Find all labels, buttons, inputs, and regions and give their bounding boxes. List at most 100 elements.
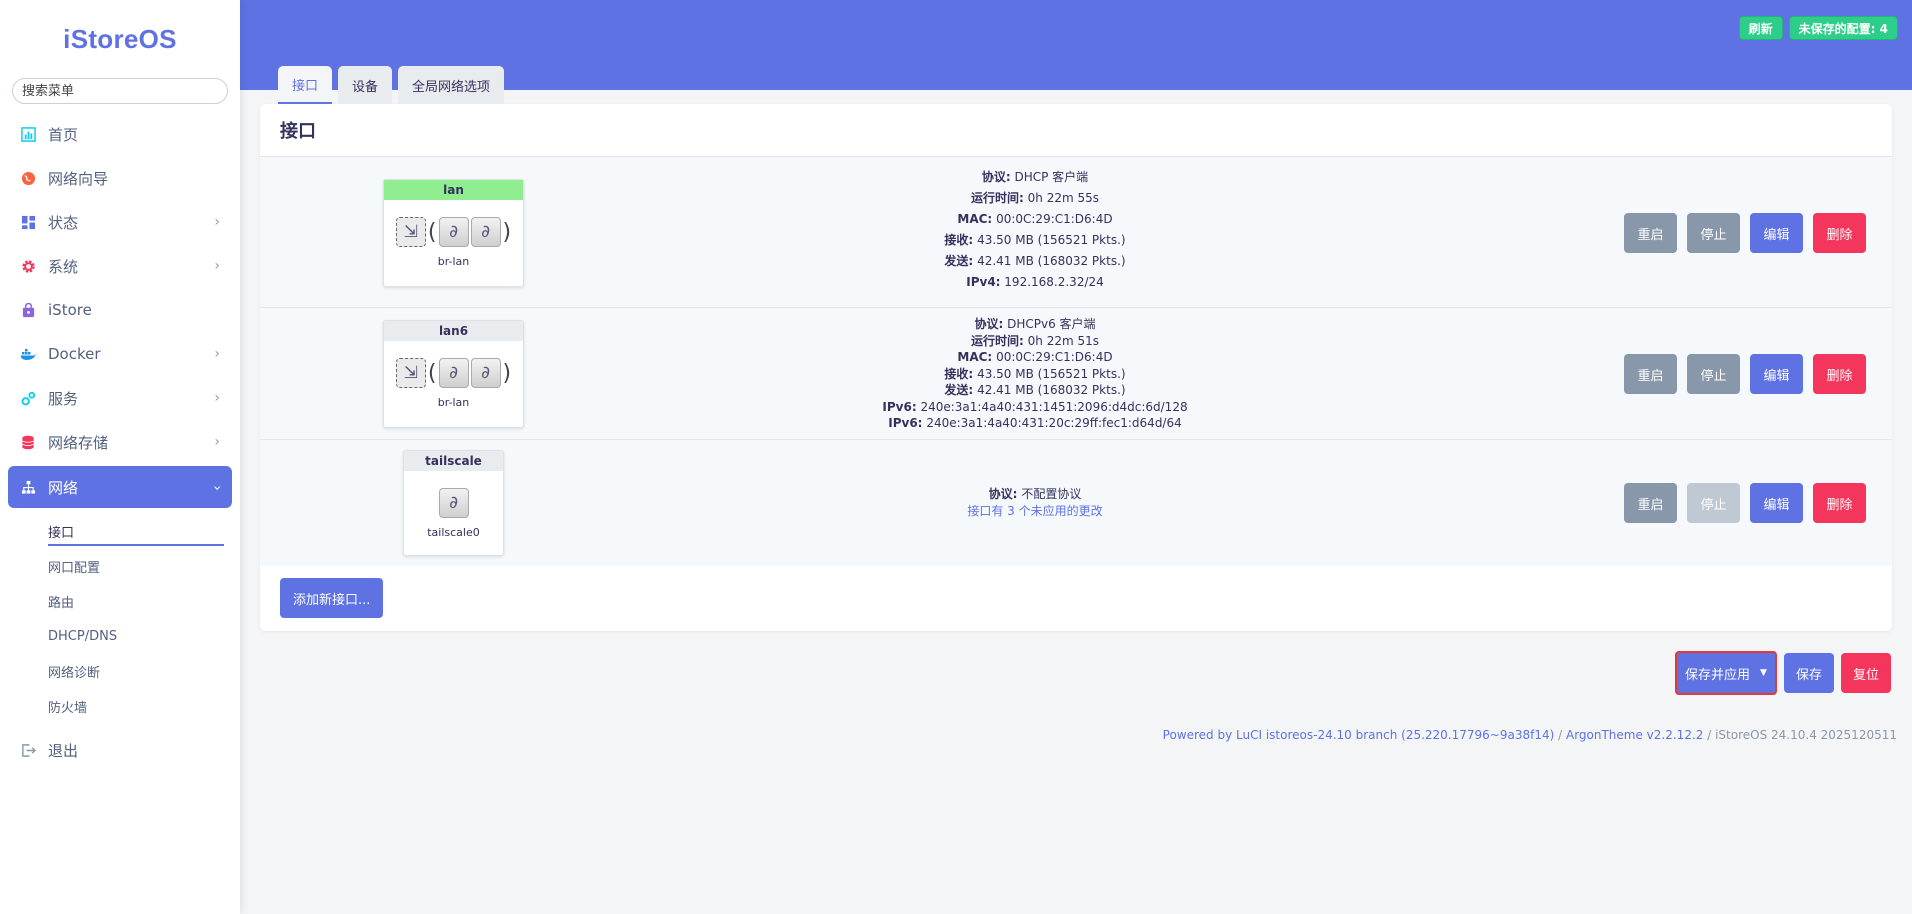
info-line: 协议: DHCP 客户端 <box>981 170 1089 184</box>
info-line: 接收: 43.50 MB (156521 Pkts.) <box>944 366 1126 381</box>
ethernet-port-icon: ∂ <box>438 488 469 518</box>
ethernet-port-icon: ∂ <box>438 217 469 247</box>
sidebar-item-docker[interactable]: Docker › <box>8 332 232 376</box>
network-submenu: 接口 网口配置 路由 DHCP/DNS 网络诊断 防火墙 <box>0 514 240 724</box>
sidebar-item-label: 服务 <box>48 389 79 408</box>
row-actions: 重启 停止 编辑 删除 <box>1624 483 1866 523</box>
sidebar-item-system[interactable]: 系统 › <box>8 244 232 288</box>
restart-button[interactable]: 重启 <box>1624 483 1677 523</box>
save-button[interactable]: 保存 <box>1783 653 1834 693</box>
info-line: IPv4: 192.168.2.32/24 <box>966 275 1104 289</box>
device-icons: ⇲ ( ∂ ∂ ) <box>384 353 523 393</box>
refresh-button[interactable]: 刷新 <box>1738 16 1783 40</box>
submenu-item-firewall[interactable]: 防火墙 <box>0 689 240 724</box>
stop-button[interactable]: 停止 <box>1687 213 1740 253</box>
sidebar-item-status[interactable]: 状态 › <box>8 200 232 244</box>
store-bag-icon <box>20 302 36 318</box>
info-line: 接收: 43.50 MB (156521 Pkts.) <box>944 233 1126 247</box>
save-apply-button[interactable]: 保存并应用 ▼ <box>1675 651 1777 695</box>
sidebar-item-label: Docker <box>48 345 101 363</box>
sidebar: iStoreOS 首页 网络向导 状态 › 系统 › <box>0 0 240 914</box>
interface-device: tailscale0 <box>427 526 480 539</box>
interface-name: lan6 <box>384 321 523 341</box>
chevron-right-icon: › <box>214 390 220 406</box>
info-line: MAC: 00:0C:29:C1:D6:4D <box>957 212 1113 226</box>
tab-global-network-options[interactable]: 全局网络选项 <box>398 66 505 104</box>
footer-theme-link[interactable]: ArgonTheme v2.2.12.2 <box>1566 728 1703 742</box>
tab-interfaces[interactable]: 接口 <box>278 66 333 104</box>
add-interface-button[interactable]: 添加新接口... <box>280 578 384 618</box>
interface-name: lan <box>384 180 523 200</box>
submenu-item-port-config[interactable]: 网口配置 <box>0 549 240 584</box>
delete-button[interactable]: 删除 <box>1813 213 1866 253</box>
stop-button[interactable]: 停止 <box>1687 354 1740 394</box>
sidebar-item-label: 网络 <box>48 478 79 497</box>
chevron-right-icon: › <box>214 434 220 450</box>
edit-button[interactable]: 编辑 <box>1750 483 1803 523</box>
add-interface-area: 添加新接口... <box>260 566 1892 630</box>
info-line: IPv6: 240e:3a1:4a40:431:20c:29ff:fec1:d6… <box>888 416 1182 430</box>
header-buttons: 刷新 未保存的配置: 4 <box>1738 16 1898 40</box>
edit-button[interactable]: 编辑 <box>1750 354 1803 394</box>
row-actions: 重启 停止 编辑 删除 <box>1624 354 1866 394</box>
footer-powered-link[interactable]: Powered by LuCI istoreos-24.10 branch (2… <box>1163 728 1555 742</box>
submenu-item-dhcp-dns[interactable]: DHCP/DNS <box>0 619 240 654</box>
unsaved-changes-button[interactable]: 未保存的配置: 4 <box>1788 16 1898 40</box>
globe-icon <box>20 170 36 186</box>
services-icon <box>20 390 36 406</box>
sidebar-menu: 首页 网络向导 状态 › 系统 › iStore Docker › 服务 › 网… <box>0 112 240 508</box>
sidebar-item-istore[interactable]: iStore <box>8 288 232 332</box>
device-icons: ⇲ ( ∂ ∂ ) <box>384 212 523 252</box>
tab-devices[interactable]: 设备 <box>338 66 393 104</box>
interface-badge-lan6[interactable]: lan6 ⇲ ( ∂ ∂ ) br-lan <box>383 320 524 428</box>
interface-info: 协议: DHCPv6 客户端 运行时间: 0h 22m 51s MAC: 00:… <box>660 316 1410 432</box>
chevron-down-icon: › <box>209 485 226 491</box>
interface-row-tailscale: tailscale ∂ tailscale0 协议: 不配置协议 接口有 3 个… <box>260 439 1892 566</box>
restart-button[interactable]: 重启 <box>1624 354 1677 394</box>
sidebar-item-home[interactable]: 首页 <box>8 112 232 156</box>
sidebar-item-logout[interactable]: 退出 <box>8 728 232 772</box>
interface-info: 协议: 不配置协议 接口有 3 个未应用的更改 <box>660 486 1410 519</box>
logout-icon <box>20 742 36 758</box>
edit-button[interactable]: 编辑 <box>1750 213 1803 253</box>
sidebar-item-network[interactable]: 网络 › <box>8 466 232 508</box>
submenu-item-routes[interactable]: 路由 <box>0 584 240 619</box>
info-line: 发送: 42.41 MB (168032 Pkts.) <box>944 254 1126 268</box>
interfaces-panel: 接口 lan ⇲ ( ∂ ∂ ) br-lan 协议: DHCP 客户端 运行时… <box>260 104 1892 631</box>
interface-badge-tailscale[interactable]: tailscale ∂ tailscale0 <box>403 450 504 556</box>
interface-row-lan6: lan6 ⇲ ( ∂ ∂ ) br-lan 协议: DHCPv6 客户端 运行时… <box>260 307 1892 439</box>
sidebar-item-label: 状态 <box>48 213 79 232</box>
unapplied-changes-notice: 接口有 3 个未应用的更改 <box>967 503 1103 518</box>
dashboard-icon <box>20 126 36 142</box>
sidebar-item-network-storage[interactable]: 网络存储 › <box>8 420 232 464</box>
sidebar-item-label: 退出 <box>48 741 79 760</box>
bridge-icon: ⇲ <box>395 358 426 388</box>
restart-button[interactable]: 重启 <box>1624 213 1677 253</box>
info-line: 协议: 不配置协议 <box>988 487 1082 501</box>
caret-down-icon[interactable]: ▼ <box>1760 668 1767 678</box>
interface-badge-lan[interactable]: lan ⇲ ( ∂ ∂ ) br-lan <box>383 179 524 287</box>
submenu-item-diagnostics[interactable]: 网络诊断 <box>0 654 240 689</box>
interface-name: tailscale <box>404 451 503 471</box>
grid-icon <box>20 214 36 230</box>
gear-icon <box>20 258 36 274</box>
save-apply-label: 保存并应用 <box>1685 667 1751 683</box>
sidebar-item-services[interactable]: 服务 › <box>8 376 232 420</box>
tab-bar: 接口 设备 全局网络选项 <box>278 66 505 104</box>
delete-button[interactable]: 删除 <box>1813 483 1866 523</box>
ethernet-port-icon: ∂ <box>470 217 501 247</box>
submenu-item-interfaces[interactable]: 接口 <box>0 514 240 549</box>
docker-icon <box>20 346 36 362</box>
brand-logo[interactable]: iStoreOS <box>0 24 240 54</box>
search-menu-input[interactable] <box>12 78 228 104</box>
chevron-right-icon: › <box>214 258 220 274</box>
reset-button[interactable]: 复位 <box>1840 653 1891 693</box>
sidebar-item-network-wizard[interactable]: 网络向导 <box>8 156 232 200</box>
footer: Powered by LuCI istoreos-24.10 branch (2… <box>1162 728 1897 742</box>
delete-button[interactable]: 删除 <box>1813 354 1866 394</box>
ethernet-port-icon: ∂ <box>438 358 469 388</box>
network-tree-icon <box>20 479 36 495</box>
sidebar-item-label: iStore <box>48 301 92 319</box>
stop-button[interactable]: 停止 <box>1687 483 1740 523</box>
info-line: MAC: 00:0C:29:C1:D6:4D <box>957 350 1113 364</box>
